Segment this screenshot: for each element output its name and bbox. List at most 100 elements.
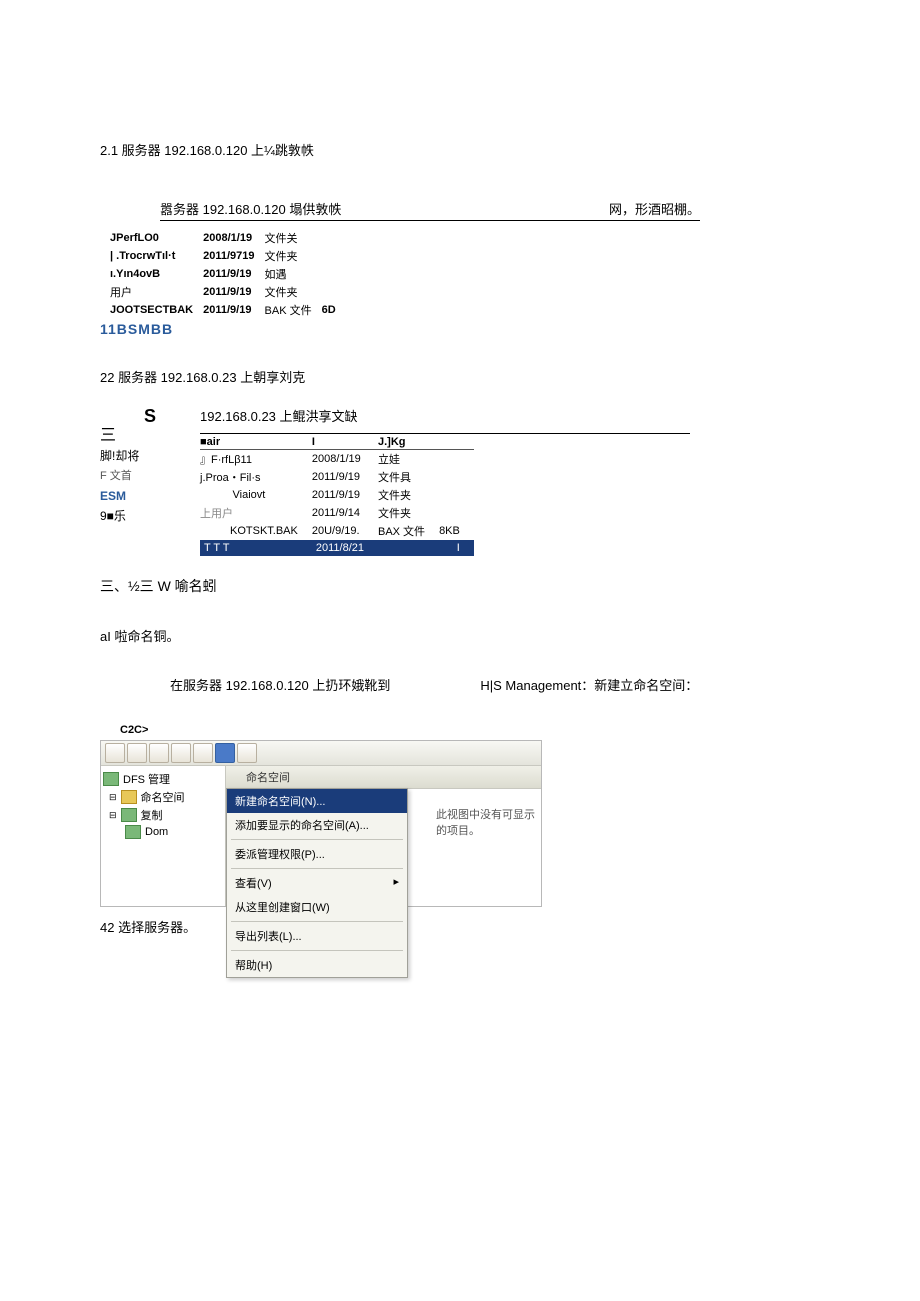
tree-dom-label: Dom bbox=[145, 826, 168, 838]
tree-panel: DFS 管理 ⊟ 命名空间 ⊟ 复制 Dom bbox=[101, 766, 226, 906]
cell: 2011/9/19 bbox=[203, 301, 264, 319]
menu-view-label: 查看(V) bbox=[235, 878, 272, 890]
table-row: 上用户 2011/9/14 文件夹 bbox=[200, 504, 474, 522]
toolbar-refresh-icon[interactable] bbox=[171, 743, 191, 763]
big-s: S bbox=[100, 406, 200, 426]
cell bbox=[378, 540, 439, 556]
table-row: j.Proa・Fil·s 2011/9/19 文件具 bbox=[200, 468, 474, 486]
cell bbox=[322, 283, 346, 301]
menu-delegate[interactable]: 委派管理权限(P)... bbox=[227, 842, 407, 866]
cell: I bbox=[439, 540, 474, 556]
folder-icon bbox=[121, 790, 137, 804]
cell: 2011/9/14 bbox=[312, 504, 378, 522]
table-row: KOTSKT.BAK 20U/9/19. BAX 文件 8KB bbox=[200, 522, 474, 540]
cell bbox=[439, 450, 474, 469]
c2c-label: C2C> bbox=[120, 724, 820, 736]
toolbar-fwd-icon[interactable] bbox=[127, 743, 147, 763]
tree-rep-label: 复制 bbox=[141, 807, 163, 823]
toolbar-x-icon[interactable] bbox=[237, 743, 257, 763]
cell: JPerfLO0 bbox=[110, 229, 203, 247]
table-row: ı.Yın4ovB 2011/9/19 如遇 bbox=[110, 265, 346, 283]
menu-help[interactable]: 帮助(H) bbox=[227, 953, 407, 977]
cell: 2011/9/19 bbox=[203, 283, 264, 301]
chevron-right-icon: ▸ bbox=[393, 875, 399, 888]
empty-message: 此视图中没有可显示的项目。 bbox=[436, 806, 541, 838]
cell: 文件具 bbox=[378, 468, 439, 486]
cell: 8KB bbox=[439, 522, 474, 540]
column-header: 命名空间 bbox=[226, 766, 541, 789]
menu-new-namespace[interactable]: 新建命名空间(N)... bbox=[227, 789, 407, 813]
cell: 如遇 bbox=[265, 265, 322, 283]
section-22-title: 22 服务器 192.168.0.23 上朝享刘克 bbox=[100, 367, 820, 386]
table-row: Viaiovt 2011/9/19 文件夹 bbox=[200, 486, 474, 504]
cell: 2011/8/21 bbox=[312, 540, 378, 556]
section-3-line-right: H|S Management：新建立命名空间： bbox=[480, 675, 698, 694]
main-area: 命名空间 新建命名空间(N)... 添加要显示的命名空间(A)... 委派管理权… bbox=[226, 766, 541, 906]
left-l2: F 文首 bbox=[100, 466, 200, 486]
cell: 文件夹 bbox=[265, 283, 322, 301]
domain-icon bbox=[125, 825, 141, 839]
table-row: 用户 2011/9/19 文件夹 bbox=[110, 283, 346, 301]
table-row-selected[interactable]: T T T 2011/8/21 I bbox=[200, 540, 474, 556]
left-sidebar: S 三 脚!却将 F 文首 ESM 9■乐 bbox=[100, 406, 200, 526]
left-l4: 9■乐 bbox=[100, 506, 200, 526]
cell: ı.Yın4ovB bbox=[110, 265, 203, 283]
toolbar-prop-icon[interactable] bbox=[215, 743, 235, 763]
caption-22: 192.168.0.23 上鲲洪享文缺 bbox=[200, 406, 820, 425]
table-header: ■air I J.]Kg bbox=[200, 435, 474, 450]
bsmbb-label: 11BSMBB bbox=[100, 321, 820, 337]
cell: 2008/1/19 bbox=[312, 450, 378, 469]
menu-view[interactable]: 查看(V) ▸ bbox=[227, 871, 407, 895]
cell bbox=[439, 504, 474, 522]
toolbar-up-icon[interactable] bbox=[149, 743, 169, 763]
cell: 2011/9/19 bbox=[312, 486, 378, 504]
tree-dom[interactable]: Dom bbox=[103, 824, 223, 840]
menu-export[interactable]: 导出列表(L)... bbox=[227, 924, 407, 948]
cell: 立娃 bbox=[378, 450, 439, 469]
hdr-type: J.]Kg bbox=[378, 435, 439, 450]
cell bbox=[322, 247, 346, 265]
section-3-heading: 三、½三 W 喻名蚓 bbox=[100, 576, 820, 596]
tree-replication[interactable]: ⊟ 复制 bbox=[103, 806, 223, 824]
cell: JOOTSECTBAK bbox=[110, 301, 203, 319]
cell: Viaiovt bbox=[200, 486, 312, 504]
mmc-window: DFS 管理 ⊟ 命名空间 ⊟ 复制 Dom 命名空间 bbox=[100, 740, 542, 907]
cell: 6D bbox=[322, 301, 346, 319]
tree-root[interactable]: DFS 管理 bbox=[103, 770, 223, 788]
cell: 文件夹 bbox=[265, 247, 322, 265]
cell: 文件夹 bbox=[378, 504, 439, 522]
cell: 文件夹 bbox=[378, 486, 439, 504]
cell: 2011/9/19 bbox=[203, 265, 264, 283]
caption-21-left: 嚣务器 192.168.0.120 塌供敦帙 bbox=[160, 199, 341, 218]
cell: 』F·rfLβ11 bbox=[200, 450, 312, 469]
cell: 2011/9/19 bbox=[312, 468, 378, 486]
san: 三 bbox=[100, 426, 200, 446]
final-line: 42 选择服务器。 bbox=[100, 917, 820, 936]
left-l1: 脚!却将 bbox=[100, 446, 200, 466]
left-l3: ESM bbox=[100, 486, 200, 506]
cell: | .TrocrwTıl·t bbox=[110, 247, 203, 265]
cell: 用户 bbox=[110, 283, 203, 301]
cell bbox=[439, 486, 474, 504]
table-row: JPerfLO0 2008/1/19 文件关 bbox=[110, 229, 346, 247]
cell: BAK 文件 bbox=[265, 301, 322, 319]
file-table-1: JPerfLO0 2008/1/19 文件关 | .TrocrwTıl·t 20… bbox=[110, 229, 346, 319]
file-table-2: ■air I J.]Kg 』F·rfLβ11 2008/1/19 立娃 j.Pr… bbox=[200, 435, 474, 556]
mmc-toolbar bbox=[101, 741, 541, 766]
table-row: | .TrocrwTıl·t 2011/9719 文件夹 bbox=[110, 247, 346, 265]
tree-namespace[interactable]: ⊟ 命名空间 bbox=[103, 788, 223, 806]
cell bbox=[322, 265, 346, 283]
cell: 2011/9719 bbox=[203, 247, 264, 265]
toolbar-help-icon[interactable] bbox=[193, 743, 213, 763]
toolbar-back-icon[interactable] bbox=[105, 743, 125, 763]
section-21-title: 2.1 服务器 192.168.0.120 上¼跳敦帙 bbox=[100, 140, 820, 159]
menu-add-namespace[interactable]: 添加要显示的命名空间(A)... bbox=[227, 813, 407, 837]
tree-root-label: DFS 管理 bbox=[123, 771, 170, 787]
caption-21: 嚣务器 192.168.0.120 塌供敦帙 网，形酒昭棚。 bbox=[160, 199, 700, 221]
dfs-icon bbox=[103, 772, 119, 786]
menu-new-window[interactable]: 从这里创建窗口(W) bbox=[227, 895, 407, 919]
cell: BAX 文件 bbox=[378, 522, 439, 540]
cell: 20U/9/19. bbox=[312, 522, 378, 540]
cell: KOTSKT.BAK bbox=[200, 522, 312, 540]
tree-ns-label: 命名空间 bbox=[141, 789, 185, 805]
